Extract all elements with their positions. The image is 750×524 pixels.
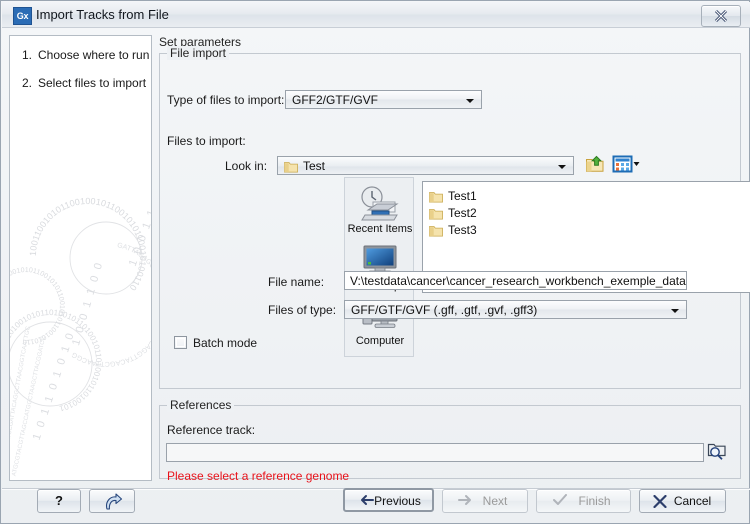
file-name-input[interactable]: V:\testdata\cancer\cancer_research_workb… bbox=[344, 271, 687, 290]
svg-text:100110010101100100101100101011: 1001100101011001001011001010110010100110 bbox=[28, 196, 148, 292]
chevron-down-icon bbox=[671, 309, 679, 313]
sidebar-step-1-number: 1. bbox=[22, 48, 38, 62]
file-list-item-label: Test2 bbox=[448, 205, 477, 221]
reference-track-input[interactable] bbox=[166, 443, 704, 462]
files-of-type-combo[interactable]: GFF/GTF/GVF (.gff, .gtf, .gvf, .gff3) bbox=[344, 300, 687, 319]
close-icon bbox=[713, 9, 729, 23]
look-in-combo[interactable]: Test bbox=[277, 156, 574, 175]
type-of-files-combo[interactable]: GFF2/GTF/GVF bbox=[285, 90, 482, 109]
type-of-files-label: Type of files to import: bbox=[167, 93, 284, 107]
sidebar-step-2[interactable]: 2.Select files to import bbox=[22, 76, 146, 90]
close-button[interactable] bbox=[701, 5, 741, 27]
up-one-level-icon bbox=[585, 154, 605, 174]
folder-icon bbox=[429, 207, 443, 220]
references-group-legend: References bbox=[167, 398, 234, 412]
finish-button-label: Finish bbox=[559, 493, 630, 509]
folder-icon bbox=[429, 190, 443, 203]
reference-error-message: Please select a reference genome bbox=[167, 469, 349, 483]
window-title: Import Tracks from File bbox=[36, 6, 169, 24]
places-bar: Recent Items Deskto bbox=[344, 177, 414, 357]
sidebar-step-2-label: Select files to import bbox=[38, 76, 146, 90]
cancel-button-label: Cancel bbox=[660, 493, 725, 509]
reset-arrow-icon bbox=[103, 493, 123, 511]
browse-reference-button[interactable] bbox=[706, 439, 728, 464]
reference-track-label: Reference track: bbox=[167, 423, 255, 437]
files-to-import-label: Files to import: bbox=[167, 134, 246, 148]
place-computer-label: Computer bbox=[345, 335, 415, 347]
sidebar-step-1-label: Choose where to run bbox=[38, 48, 149, 62]
next-button-label: Next bbox=[463, 493, 527, 509]
svg-text:101100101011001010110010101100: 1011001010110010101100101011001010110 bbox=[9, 267, 65, 345]
batch-mode-label: Batch mode bbox=[193, 336, 257, 350]
svg-text:1 0 0 1 1 0 0: 1 0 0 1 1 0 0 bbox=[127, 186, 152, 268]
recent-items-icon-box bbox=[345, 184, 415, 222]
place-recent-items-label: Recent Items bbox=[345, 223, 415, 235]
dialog-window: Gx Import Tracks from File 1.Choose wher… bbox=[0, 0, 750, 524]
place-recent-items[interactable]: Recent Items bbox=[345, 184, 415, 235]
decorative-watermark: 1001100101011001001011001010110010100110… bbox=[9, 186, 152, 481]
svg-text:011010010101101001011010010110: 0110100101011010010110100101101001011010… bbox=[9, 308, 103, 413]
files-of-type-value: GFF/GTF/GVF (.gff, .gtf, .gvf, .gff3) bbox=[351, 303, 537, 318]
svg-text:1 0 1 1 0 1 0 1 0: 1 0 1 1 0 1 0 1 0 bbox=[31, 330, 77, 442]
previous-button-label: Previous bbox=[363, 493, 432, 509]
browse-folder-icon bbox=[706, 439, 728, 461]
file-list-item-label: Test1 bbox=[448, 188, 477, 204]
files-of-type-label: Files of type: bbox=[268, 303, 336, 317]
sidebar-step-1[interactable]: 1.Choose where to run bbox=[22, 48, 149, 62]
app-icon: Gx bbox=[13, 7, 32, 25]
svg-text:TTACGGATCCGATTACAGGCTTAACGGTCA: TTACGGATCCGATTACAGGCTTAACGGTCAATTGC bbox=[9, 325, 32, 467]
svg-text:GATTACAGGCTTAACGGTCAATTGCCAGGT: GATTACAGGCTTAACGGTCAATTGCCAGGTTACAGCTTAA… bbox=[71, 242, 152, 367]
batch-mode-checkbox[interactable] bbox=[174, 336, 187, 349]
finish-button[interactable]: Finish bbox=[536, 489, 631, 513]
view-mode-button[interactable] bbox=[612, 154, 640, 177]
file-list-item-label: Test3 bbox=[448, 222, 477, 238]
look-in-value: Test bbox=[303, 159, 325, 174]
up-one-level-button[interactable] bbox=[585, 154, 605, 177]
chevron-down-icon bbox=[558, 165, 566, 169]
sidebar-step-2-number: 2. bbox=[22, 76, 38, 90]
file-name-label: File name: bbox=[268, 275, 324, 289]
look-in-label: Look in: bbox=[225, 159, 267, 173]
title-bar: Gx Import Tracks from File bbox=[2, 2, 750, 28]
file-name-value: V:\testdata\cancer\cancer_research_workb… bbox=[350, 274, 686, 289]
svg-text:ATGCGTACGTTAGCCATGGCTAAGCTTACG: ATGCGTACGTTAGCCATGGCTAAGCTTACGGATCC bbox=[12, 335, 48, 477]
reset-button[interactable] bbox=[89, 489, 135, 513]
type-of-files-value: GFF2/GTF/GVF bbox=[292, 93, 378, 108]
cancel-button[interactable]: Cancel bbox=[639, 489, 726, 513]
svg-text:1 0 0 1 1 0 0: 1 0 0 1 1 0 0 bbox=[70, 260, 106, 347]
main-panel: Set parameters File import Type of files… bbox=[157, 35, 743, 481]
folder-icon bbox=[429, 224, 443, 237]
recent-items-icon bbox=[359, 186, 401, 222]
chevron-down-icon bbox=[466, 99, 474, 103]
previous-button[interactable]: Previous bbox=[343, 488, 434, 512]
checkbox-inner bbox=[176, 338, 185, 347]
view-mode-icon bbox=[612, 154, 640, 174]
help-button[interactable]: ? bbox=[37, 489, 81, 513]
wizard-steps-sidebar: 1.Choose where to run 2.Select files to … bbox=[9, 35, 152, 481]
file-import-group-legend: File import bbox=[167, 46, 229, 60]
references-group: References bbox=[159, 405, 741, 479]
folder-icon bbox=[284, 160, 298, 173]
help-button-label: ? bbox=[38, 493, 80, 509]
next-button[interactable]: Next bbox=[442, 489, 528, 513]
